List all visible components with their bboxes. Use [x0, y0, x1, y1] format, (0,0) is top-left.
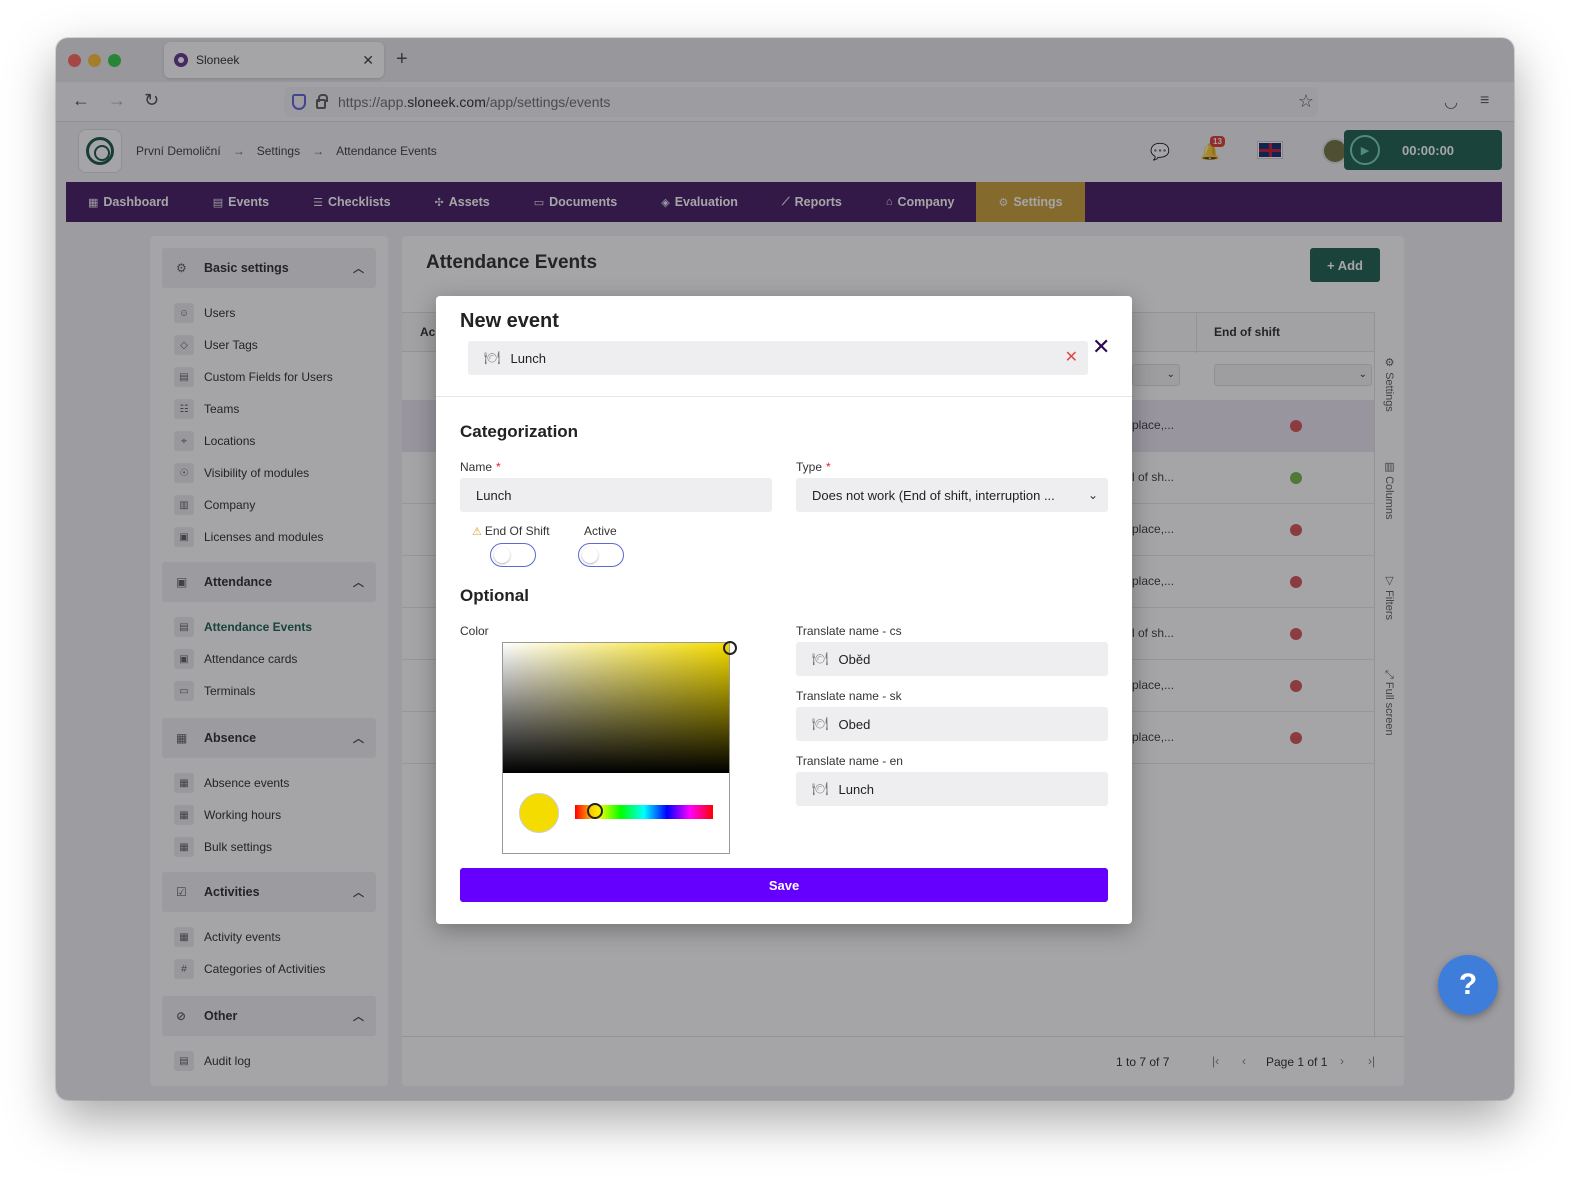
chevron-down-icon: ⌄ [1087, 488, 1098, 502]
type-select-value: Does not work (End of shift, interruptio… [812, 487, 1055, 503]
type-label-text: Type [796, 460, 823, 474]
type-select[interactable]: Does not work (End of shift, interruptio… [796, 478, 1108, 512]
warning-icon: ⚠ [472, 526, 482, 538]
cutlery-icon: 🍽 [484, 350, 501, 365]
color-label: Color [460, 624, 489, 638]
end-of-shift-label-text: End Of Shift [484, 524, 550, 538]
translate-sk-value: Obed [838, 716, 871, 732]
cutlery-icon: 🍽 [812, 716, 829, 731]
name-label-text: Name [460, 460, 493, 474]
color-saturation-area[interactable] [503, 643, 729, 773]
translate-cs-value: Oběd [838, 651, 871, 667]
translate-en-field[interactable]: 🍽 Lunch [796, 772, 1108, 806]
color-swatch [519, 793, 559, 833]
name-label: Name * [460, 460, 501, 474]
name-field[interactable]: Lunch [460, 478, 772, 512]
hue-slider-handle[interactable] [587, 803, 603, 819]
event-template-search[interactable]: 🍽 Lunch ✕ [468, 341, 1088, 375]
modal-title: New event [460, 310, 559, 332]
help-button[interactable]: ? [1438, 955, 1498, 1015]
cutlery-icon: 🍽 [812, 781, 829, 796]
color-saturation-handle[interactable] [723, 641, 737, 655]
name-field-value: Lunch [476, 487, 512, 503]
cutlery-icon: 🍽 [812, 651, 829, 666]
translate-en-label: Translate name - en [796, 754, 903, 768]
clear-icon[interactable]: ✕ [1065, 347, 1078, 367]
section-title-categorization: Categorization [460, 422, 579, 441]
type-label: Type * [796, 460, 831, 474]
section-title-optional: Optional [460, 586, 529, 605]
active-label: Active [584, 524, 617, 538]
end-of-shift-toggle[interactable] [490, 543, 536, 567]
browser-window: Sloneek ✕ + ← → ↻ https://app. sloneek.co… [56, 38, 1514, 1100]
required-mark: * [496, 460, 501, 474]
translate-cs-field[interactable]: 🍽 Oběd [796, 642, 1108, 676]
modal-divider [436, 396, 1132, 397]
new-event-modal: New event ✕ 🍽 Lunch ✕ Categorization Nam… [436, 296, 1132, 924]
translate-en-value: Lunch [838, 781, 874, 797]
close-icon[interactable]: ✕ [1092, 334, 1110, 360]
save-button[interactable]: Save [460, 868, 1108, 902]
required-mark: * [826, 460, 831, 474]
translate-sk-label: Translate name - sk [796, 689, 902, 703]
event-template-value: Lunch [510, 350, 546, 366]
active-toggle[interactable] [578, 543, 624, 567]
color-picker [502, 641, 737, 854]
end-of-shift-label: ⚠ End Of Shift [472, 524, 550, 538]
translate-sk-field[interactable]: 🍽 Obed [796, 707, 1108, 741]
translate-cs-label: Translate name - cs [796, 624, 902, 638]
